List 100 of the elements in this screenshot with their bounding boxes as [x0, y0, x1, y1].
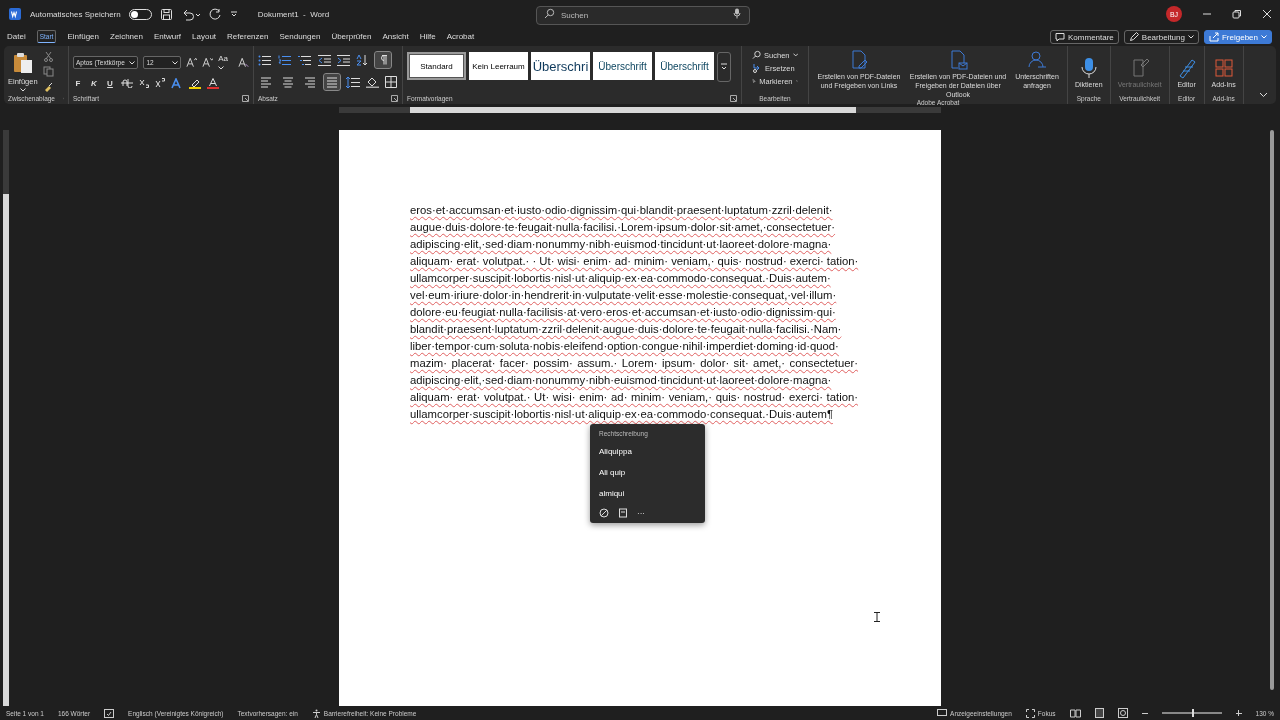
redo-icon[interactable] [208, 7, 222, 21]
caret-icon [218, 65, 225, 70]
bullet-list-icon[interactable] [258, 54, 272, 66]
restore-icon[interactable] [1232, 9, 1242, 19]
align-right-icon[interactable] [302, 74, 318, 90]
read-mode-icon[interactable] [1069, 708, 1081, 718]
grid-icon [1213, 56, 1234, 79]
ribbon-tab[interactable]: Hilfe [419, 29, 436, 45]
increase-indent-icon[interactable] [337, 54, 350, 66]
style-gallery-item[interactable]: Überschri [531, 52, 590, 80]
document-text-line: ullamcorper·suscipit·lobortis·nisl·ut·aliquip·ex·ea·commodo·consequat.·Duis·autem· [410, 271, 832, 286]
print-layout-icon[interactable] [1094, 708, 1104, 718]
clear-formatting-icon[interactable] [237, 57, 249, 68]
document-text-line: liber·tempor·cum·soluta·nobis·eleifend·option·congue·nihil·imperdiet·doming·id·quod· [410, 339, 840, 354]
align-left-icon[interactable] [258, 74, 274, 90]
subscript-icon[interactable] [139, 78, 149, 88]
shrink-font-icon[interactable] [202, 57, 214, 68]
search-icon [544, 8, 555, 19]
ribbon-tab[interactable]: Ansicht [382, 29, 409, 45]
proofing-icon[interactable] [104, 708, 115, 718]
caret-icon [1261, 35, 1267, 39]
style-gallery-item[interactable]: Kein Leerraum [469, 52, 528, 80]
document-mail-icon [948, 50, 968, 70]
strikethrough-icon[interactable] [121, 78, 133, 88]
ribbon-tab[interactable]: Überprüfen [331, 29, 372, 45]
format-toggle-button[interactable]: U [105, 78, 115, 88]
document-pen-icon [849, 50, 869, 70]
document-text-line: adipiscing·elit,·sed·diam·nonummy·nibh·euismod·tincidunt·ut·laoreet·dolore·magna· [410, 237, 833, 252]
style-gallery-item[interactable]: Überschrift [593, 52, 652, 80]
shading-icon[interactable] [366, 76, 379, 88]
save-icon[interactable] [159, 7, 173, 21]
style-gallery-item[interactable]: Überschrift [655, 52, 714, 80]
document-text-line: adipiscing·elit,·sed·diam·nonummy·nibh·euismod·tincidunt·ut·laoreet·dolore·magna· [410, 373, 833, 388]
ribbon-tab[interactable]: Entwurf [153, 29, 182, 45]
borders-icon[interactable] [385, 76, 397, 88]
editing-mode-button[interactable]: Bearbeitung [1123, 30, 1199, 44]
collapse-ribbon-icon[interactable] [1259, 92, 1268, 98]
more-options-button[interactable]: ··· [637, 508, 645, 518]
document-text-line: mazim· placerat· facer· possim· assum.· Lorem· ipsum· dolor· sit· amet,· consectetuer· [410, 356, 858, 371]
comments-button[interactable]: Kommentare [1050, 30, 1119, 44]
ribbon-tab[interactable]: Acrobat [446, 29, 475, 45]
ribbon-tab[interactable]: Layout [192, 29, 217, 45]
customize-caret-icon[interactable] [229, 10, 238, 18]
gallery-more-button[interactable] [717, 52, 731, 82]
numbered-list-icon[interactable] [278, 54, 292, 66]
format-toggle-button[interactable]: K [89, 78, 99, 88]
share-icon [1208, 32, 1219, 42]
microphone-icon[interactable] [733, 8, 741, 19]
accessibility-icon [311, 708, 321, 718]
document-text-line: vel·eum·iriure·dolor·in·hendrerit·in·vulputate·velit·esse·molestie·consequat,·vel·illum· [410, 288, 838, 303]
dictionary-icon[interactable] [618, 508, 628, 518]
monitor-icon [937, 709, 948, 717]
highlighter-icon[interactable] [189, 77, 201, 89]
caret-icon [19, 87, 26, 92]
document-text-line: eros·et·accumsan·et·iusto·odio·dignissim·qui·blandit·praesent·luptatum·zzril·delenit· [410, 203, 834, 218]
justify-icon[interactable] [324, 74, 340, 90]
autosave-label: Automatisches Speichern [30, 9, 121, 19]
ribbon-tab[interactable]: Datei [7, 29, 26, 45]
pencil-icon [1128, 32, 1139, 42]
scrollbar[interactable] [1270, 130, 1274, 690]
word-logo-icon [8, 7, 22, 21]
close-icon[interactable] [1262, 9, 1272, 19]
text-effects-icon[interactable] [171, 77, 183, 89]
caret-icon [795, 79, 798, 83]
ribbon-tab[interactable]: Zeichnen [110, 29, 143, 45]
change-case-button[interactable]: Aa [218, 53, 233, 72]
multilevel-list-icon[interactable] [298, 54, 312, 66]
suggestion-item[interactable]: Ali quip [590, 462, 705, 483]
align-center-icon[interactable] [280, 74, 296, 90]
suggestion-item[interactable]: almiqui [590, 483, 705, 504]
document-text-line: aliquam· erat· volutpat.· · Ut· wisi· enim· ad· minim· veniam,· quis· nostrud· exerci· tation· [410, 254, 858, 269]
ribbon-tab[interactable]: Einfügen [67, 29, 99, 45]
line-spacing-icon[interactable] [346, 76, 360, 88]
microphone-icon [1078, 56, 1099, 79]
superscript-icon[interactable] [155, 78, 165, 88]
document-text-line: blandit·praesent·luptatum·zzril·delenit·augue·duis·dolore·te·feugait·nulla·facilisi.·Nam· [410, 322, 843, 337]
grow-font-icon[interactable] [185, 57, 198, 68]
person-signature-icon [1027, 50, 1047, 70]
cut-icon[interactable] [42, 50, 54, 62]
caret-icon [129, 60, 136, 65]
ribbon-tab[interactable]: Sendungen [279, 29, 321, 45]
share-button[interactable]: Freigeben [1203, 30, 1272, 44]
caret-icon [1187, 35, 1194, 39]
search-field[interactable]: Suchen [536, 6, 750, 25]
web-layout-icon[interactable] [1117, 708, 1128, 718]
format-toggle-button[interactable]: F [73, 78, 83, 88]
pilcrow-toggle-icon[interactable] [375, 52, 391, 68]
ignore-icon[interactable] [599, 508, 609, 518]
ribbon-tab[interactable]: Referenzen [227, 29, 269, 45]
font-color-icon[interactable] [207, 77, 219, 89]
cursor-arrow-icon [752, 76, 757, 86]
sort-icon[interactable] [356, 54, 369, 66]
decrease-indent-icon[interactable] [318, 54, 331, 66]
suggestion-item[interactable]: Aliquippa [590, 441, 705, 462]
replace-icon [752, 63, 762, 73]
document-text-line: ullamcorper·suscipit·lobortis·nisl·ut·aliquip·ex·ea·commodo·consequat.·Duis·autem¶ [410, 407, 834, 422]
caret-icon [792, 53, 798, 57]
window-title: Dokument1 - Word [257, 9, 330, 19]
style-gallery-item[interactable]: Standard [407, 52, 466, 80]
clipboard-icon [11, 50, 34, 75]
